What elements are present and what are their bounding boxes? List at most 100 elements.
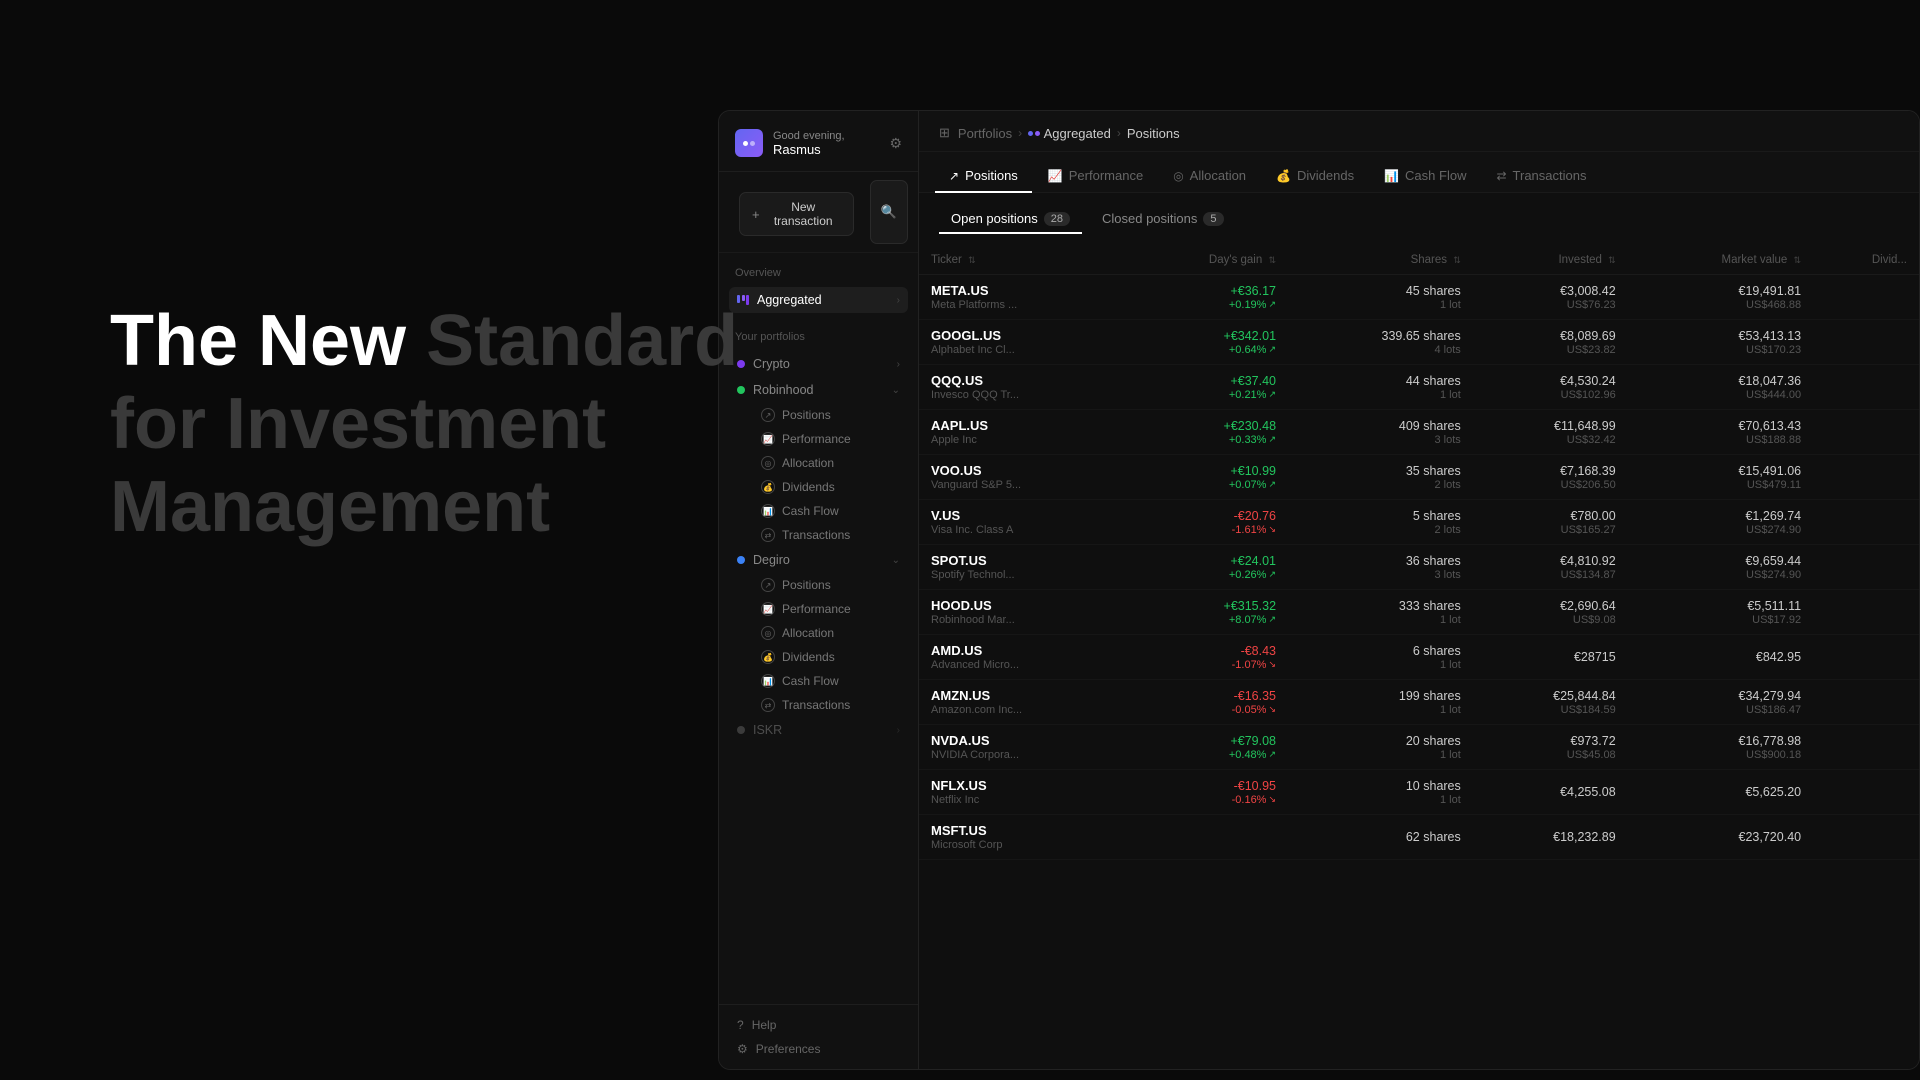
sidebar-item-degiro[interactable]: Degiro ⌄ bbox=[729, 547, 908, 573]
gain-cell: -€16.35 -0.05% ↘ bbox=[1125, 680, 1288, 725]
col-dividends[interactable]: Divid... bbox=[1813, 246, 1919, 275]
table-row[interactable]: QQQ.US Invesco QQQ Tr... +€37.40 +0.21% … bbox=[919, 365, 1919, 410]
market-sub: US$186.47 bbox=[1640, 704, 1801, 716]
sidebar-item-aggregated[interactable]: Aggregated › bbox=[729, 287, 908, 313]
settings-icon[interactable]: ⚙ bbox=[889, 135, 902, 152]
table-row[interactable]: AAPL.US Apple Inc +€230.48 +0.33% ↗ 409 … bbox=[919, 410, 1919, 455]
col-ticker[interactable]: Ticker ⇅ bbox=[919, 246, 1125, 275]
market-value-cell: €34,279.94 US$186.47 bbox=[1628, 680, 1813, 725]
gain-pct: +0.26% ↗ bbox=[1137, 569, 1276, 581]
degiro-positions[interactable]: ↗ Positions bbox=[753, 573, 908, 597]
market-value-cell: €842.95 bbox=[1628, 635, 1813, 680]
deg-cashflow-icon: 📊 bbox=[761, 674, 775, 688]
ticker-symbol: NVDA.US bbox=[931, 733, 1113, 748]
degiro-allocation[interactable]: ◎ Allocation bbox=[753, 621, 908, 645]
shares-sub: 1 lot bbox=[1300, 614, 1461, 626]
col-market-value[interactable]: Market value ⇅ bbox=[1628, 246, 1813, 275]
robinhood-allocation[interactable]: ◎ Allocation bbox=[753, 451, 908, 475]
ticker-symbol: META.US bbox=[931, 283, 1113, 298]
market-sub: US$17.92 bbox=[1640, 614, 1801, 626]
table-row[interactable]: MSFT.US Microsoft Corp 62 shares €18,232… bbox=[919, 815, 1919, 860]
gain-cell: +€37.40 +0.21% ↗ bbox=[1125, 365, 1288, 410]
preferences-item[interactable]: ⚙ Preferences bbox=[729, 1037, 908, 1061]
table-row[interactable]: AMZN.US Amazon.com Inc... -€16.35 -0.05%… bbox=[919, 680, 1919, 725]
table-row[interactable]: V.US Visa Inc. Class A -€20.76 -1.61% ↘ … bbox=[919, 500, 1919, 545]
market-value-cell: €19,491.81 US$468.88 bbox=[1628, 275, 1813, 320]
degiro-performance[interactable]: 📈 Performance bbox=[753, 597, 908, 621]
col-invested[interactable]: Invested ⇅ bbox=[1473, 246, 1628, 275]
positions-header: Open positions 28 Closed positions 5 bbox=[919, 193, 1919, 246]
deg-positions-icon: ↗ bbox=[761, 578, 775, 592]
robinhood-transactions[interactable]: ⇄ Transactions bbox=[753, 523, 908, 547]
shares-cell: 6 shares 1 lot bbox=[1288, 635, 1473, 680]
robinhood-dividends[interactable]: 💰 Dividends bbox=[753, 475, 908, 499]
table-row[interactable]: AMD.US Advanced Micro... -€8.43 -1.07% ↘… bbox=[919, 635, 1919, 680]
table-row[interactable]: META.US Meta Platforms ... +€36.17 +0.19… bbox=[919, 275, 1919, 320]
degiro-transactions[interactable]: ⇄ Transactions bbox=[753, 693, 908, 717]
help-item[interactable]: ? Help bbox=[729, 1013, 908, 1037]
market-value-cell: €70,613.43 US$188.88 bbox=[1628, 410, 1813, 455]
portfolios-icon: ⊞ bbox=[939, 125, 950, 141]
tab-dividends[interactable]: 💰 Dividends bbox=[1262, 160, 1368, 193]
ticker-name: Robinhood Mar... bbox=[931, 614, 1041, 626]
degiro-cashflow[interactable]: 📊 Cash Flow bbox=[753, 669, 908, 693]
ticker-name: NVIDIA Corpora... bbox=[931, 749, 1041, 761]
overview-label: Overview bbox=[729, 263, 908, 283]
open-positions-tab[interactable]: Open positions 28 bbox=[939, 205, 1082, 234]
user-logo bbox=[735, 129, 763, 157]
table-row[interactable]: VOO.US Vanguard S&P 5... +€10.99 +0.07% … bbox=[919, 455, 1919, 500]
sidebar-item-robinhood[interactable]: Robinhood ⌄ bbox=[729, 377, 908, 403]
table-row[interactable]: NFLX.US Netflix Inc -€10.95 -0.16% ↘ 10 … bbox=[919, 770, 1919, 815]
closed-positions-tab[interactable]: Closed positions 5 bbox=[1090, 205, 1236, 234]
shares-main: 5 shares bbox=[1300, 509, 1461, 523]
gain-cell: +€24.01 +0.26% ↗ bbox=[1125, 545, 1288, 590]
shares-sub: 1 lot bbox=[1300, 659, 1461, 671]
shares-sort-icon: ⇅ bbox=[1453, 255, 1461, 265]
shares-sub: 1 lot bbox=[1300, 704, 1461, 716]
table-row[interactable]: SPOT.US Spotify Technol... +€24.01 +0.26… bbox=[919, 545, 1919, 590]
table-row[interactable]: HOOD.US Robinhood Mar... +€315.32 +8.07%… bbox=[919, 590, 1919, 635]
market-value-cell: €15,491.06 US$479.11 bbox=[1628, 455, 1813, 500]
tab-cashflow[interactable]: 📊 Cash Flow bbox=[1370, 160, 1480, 193]
invested-cell: €11,648.99 US$32.42 bbox=[1473, 410, 1628, 455]
robinhood-positions[interactable]: ↗ Positions bbox=[753, 403, 908, 427]
degiro-dividends[interactable]: 💰 Dividends bbox=[753, 645, 908, 669]
col-days-gain[interactable]: Day's gain ⇅ bbox=[1125, 246, 1288, 275]
tab-transactions[interactable]: ⇄ Transactions bbox=[1482, 160, 1600, 193]
positions-table: Ticker ⇅ Day's gain ⇅ Shares ⇅ Investe bbox=[919, 246, 1919, 860]
shares-sub: 1 lot bbox=[1300, 749, 1461, 761]
logo-dots bbox=[743, 141, 755, 146]
overview-section: Overview Aggregated › bbox=[719, 253, 918, 317]
market-main: €70,613.43 bbox=[1640, 419, 1801, 433]
tab-allocation[interactable]: ◎ Allocation bbox=[1159, 160, 1260, 193]
sidebar-item-crypto[interactable]: Crypto › bbox=[729, 351, 908, 377]
dividends-cell bbox=[1813, 410, 1919, 455]
ticker-name: Microsoft Corp bbox=[931, 839, 1041, 851]
breadcrumb-positions[interactable]: Positions bbox=[1127, 126, 1180, 141]
robinhood-performance[interactable]: 📈 Performance bbox=[753, 427, 908, 451]
tab-performance[interactable]: 📈 Performance bbox=[1034, 160, 1157, 193]
sidebar-item-iskr[interactable]: ISKR › bbox=[729, 717, 908, 743]
market-value-cell: €1,269.74 US$274.90 bbox=[1628, 500, 1813, 545]
crypto-dot bbox=[737, 360, 745, 368]
ticker-name: Spotify Technol... bbox=[931, 569, 1041, 581]
col-shares[interactable]: Shares ⇅ bbox=[1288, 246, 1473, 275]
ticker-symbol: AMD.US bbox=[931, 643, 1113, 658]
shares-main: 36 shares bbox=[1300, 554, 1461, 568]
gain-cell: +€79.08 +0.48% ↗ bbox=[1125, 725, 1288, 770]
table-row[interactable]: GOOGL.US Alphabet Inc Cl... +€342.01 +0.… bbox=[919, 320, 1919, 365]
invested-main: €780.00 bbox=[1485, 509, 1616, 523]
search-button[interactable]: 🔍 bbox=[870, 180, 908, 244]
shares-cell: 45 shares 1 lot bbox=[1288, 275, 1473, 320]
table-body: META.US Meta Platforms ... +€36.17 +0.19… bbox=[919, 275, 1919, 860]
new-transaction-button[interactable]: + New transaction bbox=[739, 192, 854, 236]
tab-positions[interactable]: ↗ Positions bbox=[935, 160, 1032, 193]
dividends-cell bbox=[1813, 725, 1919, 770]
breadcrumb-aggregated[interactable]: Aggregated bbox=[1044, 126, 1111, 141]
table-row[interactable]: NVDA.US NVIDIA Corpora... +€79.08 +0.48%… bbox=[919, 725, 1919, 770]
hero-line3: Management bbox=[110, 467, 550, 547]
robinhood-cashflow[interactable]: 📊 Cash Flow bbox=[753, 499, 908, 523]
breadcrumb-bar: ⊞ Portfolios › Aggregated › Positions bbox=[919, 111, 1919, 152]
breadcrumb-portfolios[interactable]: Portfolios bbox=[958, 126, 1012, 141]
ticker-symbol: GOOGL.US bbox=[931, 328, 1113, 343]
